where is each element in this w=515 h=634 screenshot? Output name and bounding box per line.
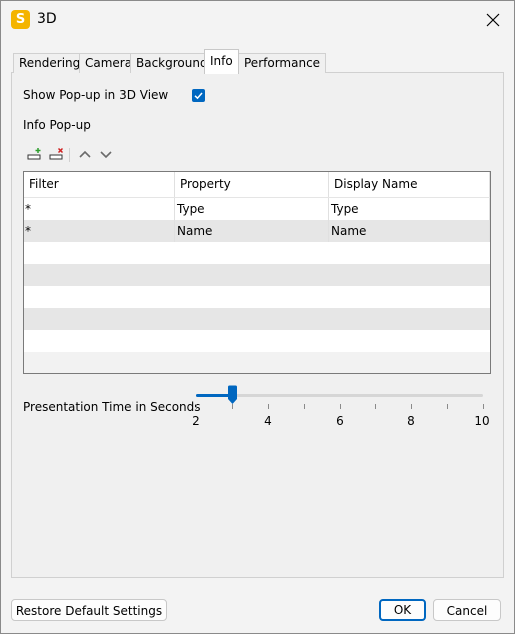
slider-tick xyxy=(375,404,376,409)
table-header: Filter Property Display Name xyxy=(24,172,490,198)
column-header-filter[interactable]: Filter xyxy=(24,172,175,197)
tick-label: 8 xyxy=(407,414,415,428)
column-header-property[interactable]: Property xyxy=(175,172,329,197)
column-header-display-name[interactable]: Display Name xyxy=(329,172,490,197)
info-popup-label: Info Pop-up xyxy=(23,118,91,132)
add-row-icon xyxy=(27,148,41,160)
slider-tick xyxy=(340,404,341,409)
ok-button[interactable]: OK xyxy=(379,599,426,621)
presentation-time-label: Presentation Time in Seconds xyxy=(23,400,201,414)
table-row-empty xyxy=(24,352,490,373)
slider-tick xyxy=(483,404,484,409)
cancel-button[interactable]: Cancel xyxy=(433,599,501,621)
tab-background[interactable]: Background xyxy=(130,53,214,73)
table-row-empty xyxy=(24,264,490,286)
table-row-empty xyxy=(24,242,490,264)
move-down-icon xyxy=(100,151,112,159)
move-down-button[interactable] xyxy=(98,146,114,162)
slider-tick xyxy=(304,404,305,409)
app-icon: S xyxy=(11,10,30,29)
tick-label: 10 xyxy=(474,414,490,428)
cell-filter[interactable]: * xyxy=(24,220,175,242)
delete-row-button[interactable] xyxy=(49,146,65,162)
tick-label: 6 xyxy=(336,414,344,428)
table-row[interactable]: * Name Name xyxy=(24,220,490,242)
tab-rendering[interactable]: Rendering xyxy=(13,53,87,73)
cell-property[interactable]: Type xyxy=(175,198,329,220)
cell-display-name[interactable]: Name xyxy=(329,220,490,242)
table-row[interactable]: * Type Type xyxy=(24,198,490,220)
cell-property[interactable]: Name xyxy=(175,220,329,242)
slider-thumb[interactable] xyxy=(227,385,238,405)
show-popup-checkbox[interactable] xyxy=(192,89,205,102)
table-row-empty xyxy=(24,330,490,352)
tab-info[interactable]: Info xyxy=(204,49,239,74)
info-popup-table[interactable]: Filter Property Display Name * Type Type… xyxy=(23,171,491,374)
slider-tick xyxy=(196,404,197,409)
slider-tick xyxy=(447,404,448,409)
delete-row-icon xyxy=(49,147,64,160)
move-up-icon xyxy=(79,150,91,158)
show-popup-label: Show Pop-up in 3D View xyxy=(23,88,169,102)
toolbar-separator xyxy=(69,148,70,162)
cell-display-name[interactable]: Type xyxy=(329,198,490,220)
close-icon xyxy=(486,13,500,27)
title-bar: S 3D xyxy=(1,1,514,38)
table-row-empty xyxy=(24,286,490,308)
restore-default-settings-button[interactable]: Restore Default Settings xyxy=(11,599,167,621)
cell-filter[interactable]: * xyxy=(24,198,175,220)
slider-track[interactable] xyxy=(196,394,483,397)
slider-tick xyxy=(411,404,412,409)
table-row-empty xyxy=(24,308,490,330)
move-up-button[interactable] xyxy=(77,146,93,162)
close-button[interactable] xyxy=(479,7,507,33)
checkmark-icon xyxy=(194,92,203,100)
window-title: 3D xyxy=(37,11,57,27)
add-row-button[interactable] xyxy=(27,146,43,162)
tick-label: 2 xyxy=(192,414,200,428)
tick-label: 4 xyxy=(264,414,272,428)
slider-tick xyxy=(268,404,269,409)
tab-performance[interactable]: Performance xyxy=(238,53,327,73)
slider-thumb-icon xyxy=(228,385,237,404)
